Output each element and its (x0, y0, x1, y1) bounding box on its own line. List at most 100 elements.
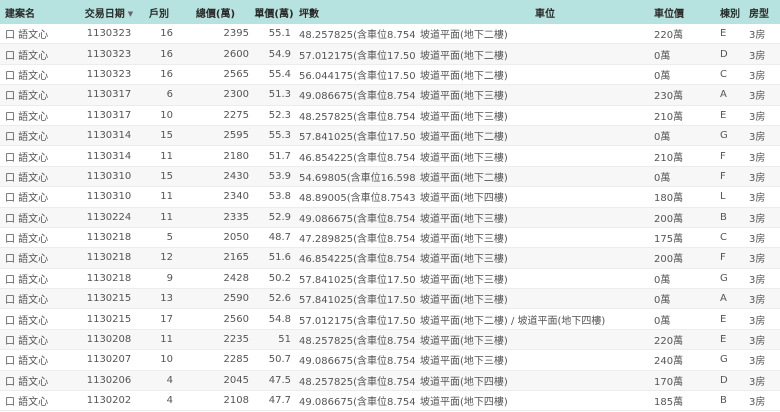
cell-parking: 坡道平面(地下四樓) (420, 376, 508, 388)
cell-rooms: 3房 (749, 295, 766, 307)
table-row[interactable]: 口 語文心 1130207 10 2285 50.7 49.086675(含車位8.754… (0, 350, 780, 371)
cell-households: 15 (160, 170, 173, 182)
header-rooms[interactable]: 房型 (745, 5, 780, 20)
table-row[interactable]: 口 語文心 1130314 11 2180 51.7 46.854225(含車位8.754… (0, 146, 780, 167)
cell-households: 4 (166, 395, 173, 407)
cell-date: 1130215 (86, 293, 132, 305)
header-parking[interactable]: 車位 (415, 5, 649, 20)
cell-area: 47.289825(含車位8.75435) (299, 234, 415, 246)
cell-building: B (720, 211, 727, 223)
cell-parking-price: 200萬 (654, 213, 684, 225)
cell-unit-price: 53.8 (268, 191, 291, 203)
cell-households: 16 (160, 68, 173, 80)
table-row[interactable]: 口 語文心 1130317 10 2275 52.3 48.257825(含車位8.754… (0, 106, 780, 126)
cell-parking: 坡道平面(地下三樓) (420, 356, 508, 368)
cell-total-price: 2165 (223, 252, 249, 264)
table-row[interactable]: 口 語文心 1130208 11 2235 51 48.257825(含車位8.75435… (0, 329, 780, 351)
cell-building: E (720, 109, 727, 121)
table-row[interactable]: 口 語文心 1130215 13 2590 52.6 57.841025(含車位17.50… (0, 289, 780, 310)
table-row[interactable]: 口 語文心 1130310 15 2430 53.9 54.69805(含車位16.598… (0, 166, 780, 188)
cell-rooms: 3房 (749, 336, 766, 348)
cell-parking-price: 175萬 (654, 234, 684, 246)
cell-name: 口 語文心 (5, 152, 49, 164)
cell-date: 1130218 (86, 232, 132, 244)
cell-name: 口 語文心 (5, 30, 49, 42)
sort-descending-icon[interactable]: ▼ (128, 10, 133, 18)
cell-rooms: 3房 (749, 152, 766, 164)
cell-building: A (720, 293, 727, 305)
cell-households: 11 (160, 150, 173, 162)
cell-rooms: 3房 (749, 254, 766, 266)
cell-building: C (720, 68, 727, 80)
header-total-price[interactable]: 總價(萬) (178, 5, 253, 20)
cell-date: 1130207 (86, 354, 132, 366)
cell-parking-price: 0萬 (654, 315, 671, 327)
cell-date: 1130224 (86, 211, 132, 223)
cell-households: 13 (160, 293, 173, 305)
table-row[interactable]: 口 語文心 1130310 11 2340 53.8 48.89005(含車位8.7543… (0, 187, 780, 208)
header-date[interactable]: 交易日期 ▼ (68, 5, 140, 20)
cell-area: 49.086675(含車位8.75435) (299, 91, 415, 103)
cell-name: 口 語文心 (5, 376, 49, 388)
cell-date: 1130323 (86, 28, 132, 40)
cell-total-price: 2300 (223, 89, 249, 101)
cell-rooms: 3房 (749, 234, 766, 246)
cell-date: 1130206 (86, 374, 132, 386)
header-area[interactable]: 坪數 (295, 5, 415, 20)
cell-unit-price: 51.6 (268, 252, 291, 264)
cell-households: 9 (166, 272, 173, 284)
cell-parking-price: 220萬 (654, 336, 684, 348)
table-row[interactable]: 口 語文心 1130218 12 2165 51.6 46.854225(含車位8.754… (0, 248, 780, 269)
cell-unit-price: 52.3 (268, 109, 291, 121)
cell-unit-price: 52.9 (268, 211, 291, 223)
table-row[interactable]: 口 語文心 1130323 16 2395 55.1 48.257825(含車位8.754… (0, 24, 780, 45)
table-row[interactable]: 口 語文心 1130224 11 2335 52.9 49.086675(含車位8.754… (0, 207, 780, 228)
cell-name: 口 語文心 (5, 172, 49, 184)
cell-area: 57.012175(含車位17.5087) (299, 315, 415, 327)
cell-date: 1130215 (86, 313, 132, 325)
table-row[interactable]: 口 語文心 1130323 16 2565 55.4 56.044175(含車位17.50… (0, 65, 780, 86)
cell-building: E (720, 28, 727, 40)
cell-date: 1130218 (86, 252, 132, 264)
cell-date: 1130310 (86, 170, 132, 182)
cell-households: 11 (160, 211, 173, 223)
table-row[interactable]: 口 語文心 1130206 4 2045 47.5 48.257825(含車位8.7543… (0, 370, 780, 392)
cell-building: L (720, 191, 726, 203)
header-unit-price[interactable]: 單價(萬) (253, 5, 295, 20)
header-building[interactable]: 棟別 (704, 5, 745, 20)
cell-parking-price: 230萬 (654, 91, 684, 103)
header-households[interactable]: 戶別 (140, 5, 178, 20)
cell-date: 1130323 (86, 48, 132, 60)
table-row[interactable]: 口 語文心 1130202 4 2108 47.7 49.086675(含車位8.7543… (0, 391, 780, 412)
cell-parking: 坡道平面(地下四樓) (420, 397, 508, 409)
cell-parking: 坡道平面(地下三樓) (420, 254, 508, 266)
table-row[interactable]: 口 語文心 1130314 15 2595 55.3 57.841025(含車位17.50… (0, 125, 780, 147)
cell-households: 16 (160, 48, 173, 60)
table-header: 建案名 交易日期 ▼ 戶別 總價(萬) 單價(萬) 坪數 車位 車位價 棟別 房型 (0, 0, 780, 24)
cell-parking-price: 0萬 (654, 274, 671, 286)
cell-households: 12 (160, 252, 173, 264)
cell-date: 1130208 (86, 334, 132, 346)
table-row[interactable]: 口 語文心 1130218 5 2050 48.7 47.289825(含車位8.7543… (0, 228, 780, 249)
cell-name: 口 語文心 (5, 295, 49, 307)
cell-area: 48.257825(含車位8.75435) (299, 111, 415, 123)
cell-unit-price: 51 (278, 334, 291, 346)
cell-total-price: 2235 (223, 334, 249, 346)
cell-parking-price: 220萬 (654, 30, 684, 42)
cell-building: F (720, 150, 726, 162)
table-row[interactable]: 口 語文心 1130317 6 2300 51.3 49.086675(含車位8.7543… (0, 85, 780, 106)
cell-building: E (720, 334, 727, 346)
cell-parking-price: 185萬 (654, 397, 684, 409)
cell-parking: 坡道平面(地下二樓) / 坡道平面(地下四樓) (420, 315, 606, 327)
table-row[interactable]: 口 語文心 1130218 9 2428 50.2 57.841025(含車位17.508… (0, 269, 780, 290)
table-row[interactable]: 口 語文心 1130323 16 2600 54.9 57.012175(含車位17.50… (0, 44, 780, 65)
cell-date: 1130323 (86, 68, 132, 80)
cell-name: 口 語文心 (5, 315, 49, 327)
header-name[interactable]: 建案名 (0, 5, 68, 20)
cell-date: 1130314 (86, 150, 132, 162)
cell-date: 1130317 (86, 109, 132, 121)
header-parking-price[interactable]: 車位價 (649, 5, 704, 20)
cell-building: D (720, 48, 728, 60)
cell-total-price: 2285 (223, 354, 249, 366)
table-row[interactable]: 口 語文心 1130215 17 2560 54.8 57.012175(含車位17.50… (0, 309, 780, 330)
